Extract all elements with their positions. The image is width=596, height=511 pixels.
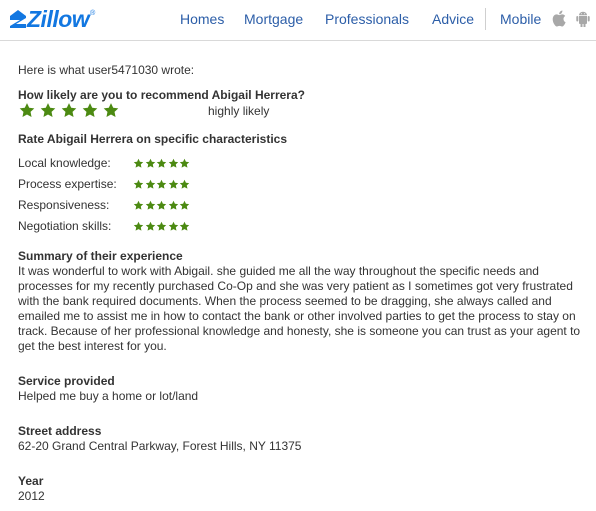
star-icon xyxy=(133,158,144,168)
star-icon xyxy=(168,200,178,210)
characteristics-title: Rate Abigail Herrera on specific charact… xyxy=(18,132,288,146)
nav-homes[interactable]: Homes xyxy=(180,11,224,27)
star-icon xyxy=(168,221,178,231)
summary-text: It was wonderful to work with Abigail. s… xyxy=(18,264,581,353)
android-icon[interactable] xyxy=(576,10,590,27)
star-icon xyxy=(145,200,155,210)
characteristic-negotiation-skills: Negotiation skills: xyxy=(18,218,191,234)
review-intro: Here is what user5471030 wrote: xyxy=(18,63,195,77)
zillow-logo[interactable]: Zillow ® xyxy=(10,6,95,32)
recommend-rating-text: highly likely xyxy=(208,104,270,118)
recommend-rating xyxy=(18,102,123,120)
star-icon xyxy=(168,179,178,189)
star-icon xyxy=(145,158,155,168)
characteristic-rating xyxy=(133,179,191,190)
star-icon xyxy=(103,103,119,117)
summary-title: Summary of their experience xyxy=(18,249,183,263)
nav-mortgage[interactable]: Mortgage xyxy=(244,11,303,27)
characteristic-rating xyxy=(133,158,191,169)
star-icon xyxy=(133,221,144,231)
star-icon xyxy=(133,200,144,210)
zillow-logo-icon xyxy=(10,10,26,28)
zillow-logo-text: Zillow xyxy=(27,5,90,32)
characteristic-responsiveness: Responsiveness: xyxy=(18,197,191,213)
nav-mobile[interactable]: Mobile xyxy=(500,11,541,27)
characteristic-label: Process expertise: xyxy=(18,176,117,191)
star-icon xyxy=(179,158,190,168)
star-icon xyxy=(40,103,56,117)
star-icon xyxy=(19,103,35,117)
star-icon xyxy=(156,158,167,168)
address-text: 62-20 Grand Central Parkway, Forest Hill… xyxy=(18,439,302,453)
star-icon xyxy=(179,179,190,189)
service-text: Helped me buy a home or lot/land xyxy=(18,389,199,403)
star-icon xyxy=(168,158,178,168)
address-title: Street address xyxy=(18,424,102,438)
characteristic-rating xyxy=(133,221,191,232)
year-title: Year xyxy=(18,474,44,488)
nav-divider xyxy=(485,8,486,30)
characteristic-label: Negotiation skills: xyxy=(18,218,112,233)
star-icon xyxy=(145,221,155,231)
characteristic-local-knowledge: Local knowledge: xyxy=(18,155,191,171)
star-icon xyxy=(179,221,190,231)
characteristic-process-expertise: Process expertise: xyxy=(18,176,191,192)
star-icon xyxy=(156,179,167,189)
nav-professionals[interactable]: Professionals xyxy=(325,11,409,27)
characteristic-rating xyxy=(133,200,191,211)
star-icon xyxy=(61,103,77,117)
nav-advice[interactable]: Advice xyxy=(432,11,474,27)
star-icon xyxy=(133,179,144,189)
recommend-question: How likely are you to recommend Abigail … xyxy=(18,88,305,102)
star-icon xyxy=(156,200,167,210)
apple-icon[interactable] xyxy=(552,10,566,27)
characteristic-label: Local knowledge: xyxy=(18,155,111,170)
star-icon xyxy=(179,200,190,210)
registered-mark: ® xyxy=(90,10,96,17)
site-header: Zillow ® Homes Mortgage Professionals Ad… xyxy=(0,0,596,41)
star-icon xyxy=(82,103,98,117)
star-icon xyxy=(156,221,167,231)
characteristic-label: Responsiveness: xyxy=(18,197,110,212)
service-title: Service provided xyxy=(18,374,115,388)
star-icon xyxy=(145,179,155,189)
year-text: 2012 xyxy=(18,489,45,503)
